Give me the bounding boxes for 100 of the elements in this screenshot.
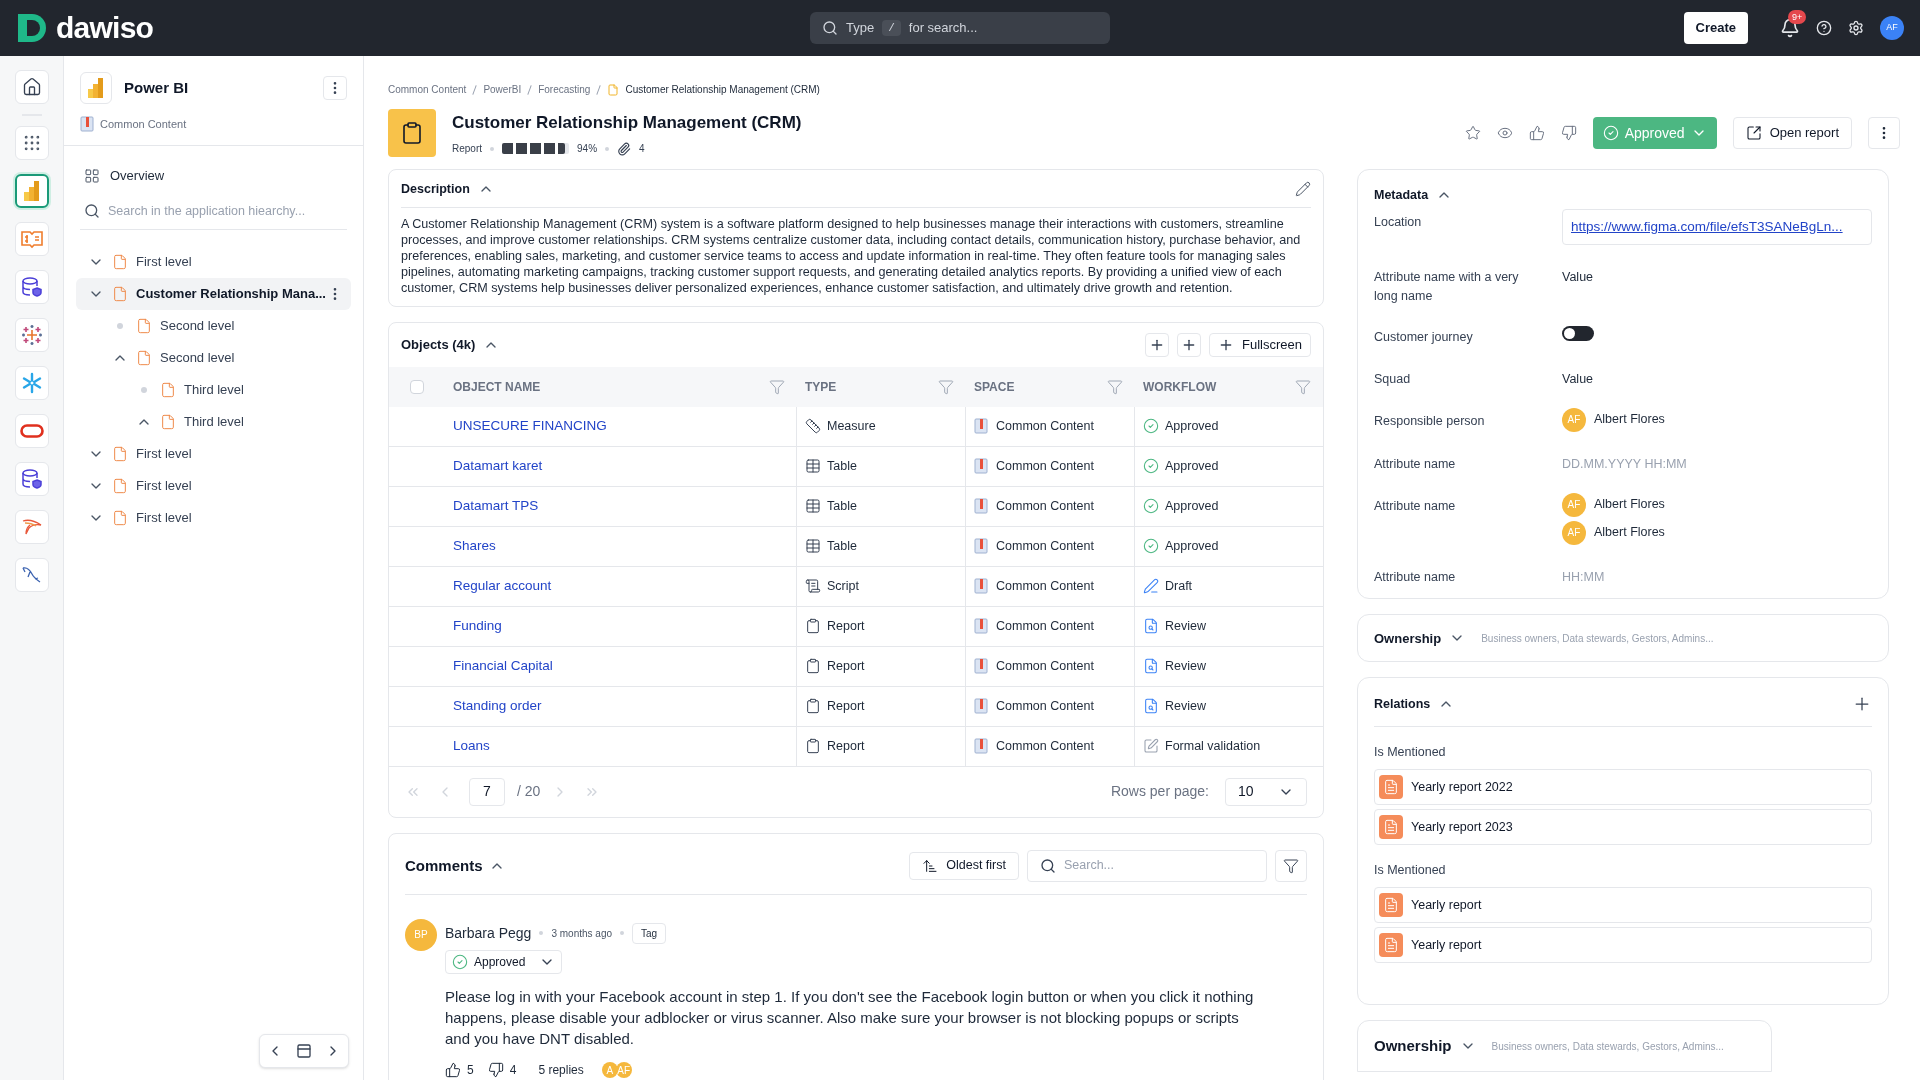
tree-search-field[interactable]: Search in the application hiearchy... xyxy=(80,193,347,230)
object-link[interactable]: Standing order xyxy=(453,696,542,717)
tree-item[interactable]: Third level xyxy=(76,405,351,438)
column-header[interactable]: TYPE xyxy=(805,377,837,396)
paperclip-icon xyxy=(617,141,632,156)
relation-type: Is Mentioned xyxy=(1374,745,1446,760)
settings-icon[interactable] xyxy=(1848,20,1864,36)
tree-item[interactable]: Second level xyxy=(76,309,351,342)
object-type: Report xyxy=(452,142,482,157)
location-link[interactable]: https://www.figma.com/file/efsT3SANeBgLn... xyxy=(1571,216,1843,237)
thumbs-up-icon[interactable] xyxy=(1528,125,1545,141)
column-header[interactable]: SPACE xyxy=(974,377,1015,396)
book-icon xyxy=(974,538,988,555)
breadcrumb-link[interactable]: Common Content xyxy=(388,82,467,97)
section-title: Objects (4k) xyxy=(401,336,476,354)
attribute-value: Value xyxy=(1562,268,1594,286)
select-all-checkbox[interactable] xyxy=(410,379,424,394)
tree-search-input[interactable]: Search in the application hiearchy... xyxy=(108,201,343,221)
document-icon xyxy=(1379,933,1403,958)
tree-item[interactable]: First level xyxy=(76,469,351,502)
replies-link[interactable]: 5 replies xyxy=(538,1060,584,1079)
create-button[interactable]: Create xyxy=(1683,12,1748,44)
clipboard-icon xyxy=(805,738,821,755)
tree-item[interactable]: First level xyxy=(76,245,351,278)
tree-item-label: Third level xyxy=(184,412,245,431)
open-report-button[interactable]: Open report xyxy=(1732,117,1852,149)
avatar: AF xyxy=(1562,407,1586,432)
tree-item[interactable]: First level xyxy=(76,501,351,534)
object-link[interactable]: Funding xyxy=(453,616,502,637)
help-icon[interactable] xyxy=(1816,20,1832,36)
comment-search-field[interactable]: Search... xyxy=(1027,849,1267,882)
book-icon xyxy=(974,578,988,595)
comment-tag[interactable]: Tag xyxy=(632,922,667,944)
home-icon xyxy=(21,77,42,97)
pencil-icon xyxy=(1143,578,1159,595)
object-link[interactable]: Shares xyxy=(453,536,496,557)
comment-search-input[interactable]: Search... xyxy=(1064,856,1254,876)
object-link[interactable]: Regular account xyxy=(453,576,552,597)
object-link[interactable]: Datamart TPS xyxy=(453,496,539,517)
column-header[interactable]: WORKFLOW xyxy=(1143,377,1217,396)
add-button[interactable] xyxy=(1177,332,1202,357)
table-cell-text: Draft xyxy=(1165,577,1193,595)
file-search-icon xyxy=(1143,618,1159,635)
sort-button[interactable]: Oldest first xyxy=(909,851,1019,880)
date-time-field[interactable]: DD.MM.YYYY HH:MM xyxy=(1562,450,1762,474)
more-button[interactable] xyxy=(323,76,347,100)
status-dropdown[interactable]: Approved xyxy=(445,949,563,974)
attachment-count: 4 xyxy=(639,142,645,157)
relation-item[interactable]: Yearly report 2023 xyxy=(1374,809,1872,846)
relation-item[interactable]: Yearly report 2022 xyxy=(1374,769,1872,806)
app-switch-button[interactable] xyxy=(14,174,49,208)
object-link[interactable]: Datamart karet xyxy=(453,456,543,477)
file-icon xyxy=(136,317,152,334)
key-hint: / xyxy=(882,19,901,37)
thumbs-up-icon[interactable] xyxy=(445,1061,461,1078)
overview-link[interactable]: Overview xyxy=(76,157,351,194)
table-cell-text: Approved xyxy=(1165,497,1219,515)
rows-per-page-select[interactable]: 10 xyxy=(1225,777,1307,806)
table-cell-text: Common Content xyxy=(996,497,1094,515)
location-field[interactable]: https://www.figma.com/file/efsT3SANeBgLn... xyxy=(1562,208,1872,245)
tree-item-label: Third level xyxy=(184,380,245,399)
pencil-icon[interactable] xyxy=(1295,181,1311,198)
crosses-icon xyxy=(20,324,43,346)
page-field[interactable]: 7 xyxy=(469,777,505,806)
bell-icon[interactable] xyxy=(1780,18,1800,38)
thumbs-down-icon[interactable] xyxy=(487,1061,504,1078)
toggle-switch[interactable] xyxy=(1562,326,1594,342)
file-icon xyxy=(607,83,620,96)
filter-button[interactable] xyxy=(1275,849,1307,882)
breadcrumb-link[interactable]: Forecasting xyxy=(538,82,591,97)
tree-item[interactable]: Customer Relationship Mana... xyxy=(76,277,351,310)
logo-text: dawiso xyxy=(56,13,154,43)
tree-item[interactable]: Second level xyxy=(76,341,351,374)
relation-item[interactable]: Yearly report xyxy=(1374,887,1872,924)
add-button[interactable] xyxy=(1145,332,1170,357)
avatar: AF xyxy=(1562,492,1586,517)
breadcrumb-link[interactable]: PowerBI xyxy=(483,82,522,97)
file-icon xyxy=(112,477,128,494)
user-avatar[interactable]: AF xyxy=(1880,16,1904,40)
thumbs-down-icon[interactable] xyxy=(1560,125,1577,141)
database-icon xyxy=(20,276,43,298)
relation-item[interactable]: Yearly report xyxy=(1374,927,1872,964)
column-header[interactable]: OBJECT NAME xyxy=(453,377,541,396)
fullscreen-button[interactable]: Fullscreen xyxy=(1209,332,1311,357)
search-field[interactable]: Type / for search... xyxy=(810,12,1110,44)
window-icon[interactable] xyxy=(296,1043,312,1059)
tree-item[interactable]: Third level xyxy=(76,373,351,406)
star-icon[interactable] xyxy=(1464,125,1481,141)
date-time-field[interactable]: HH:MM xyxy=(1562,563,1762,587)
reply-avatar: AF xyxy=(615,1062,632,1079)
object-link[interactable]: UNSECURE FINANCING xyxy=(453,416,607,437)
object-link[interactable]: Financial Capital xyxy=(453,656,553,677)
reply-avatar: A xyxy=(601,1062,618,1079)
object-link[interactable]: Loans xyxy=(453,736,490,757)
eye-icon[interactable] xyxy=(1496,125,1513,141)
tree-item[interactable]: First level xyxy=(76,437,351,470)
tree-item-label: First level xyxy=(136,476,193,495)
table-cell-text: Script xyxy=(827,577,859,595)
breadcrumb-link[interactable]: Customer Relationship Management (CRM) xyxy=(625,82,820,97)
search-icon xyxy=(822,20,838,36)
